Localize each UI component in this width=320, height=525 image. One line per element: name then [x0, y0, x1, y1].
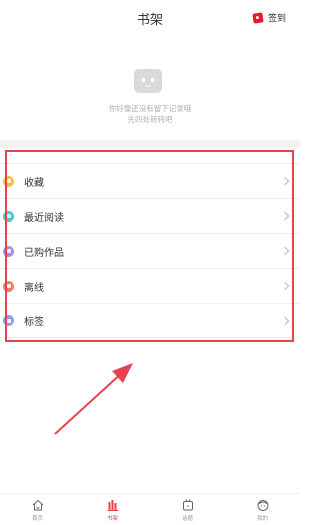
nav-item-topic[interactable]: 话题 [150, 494, 225, 525]
signin-label: 签到 [267, 14, 286, 24]
menu-item-label: 离线 [24, 282, 44, 294]
top-header: 书架 签到 [0, 0, 300, 36]
menu-item-tags[interactable]: 标签 [0, 303, 300, 338]
home-icon [32, 499, 43, 511]
nav-label: 首页 [31, 516, 43, 522]
signin-button[interactable]: 签到 [252, 11, 286, 24]
chevron-right-icon [280, 281, 290, 291]
bottom-nav: 首页 书架 话题 我的 [0, 493, 300, 525]
nav-item-home[interactable]: 首页 [0, 494, 75, 525]
profile-icon [257, 500, 268, 511]
menu-item-label: 标签 [24, 317, 44, 328]
menu-item-favorites[interactable]: 收藏 [0, 163, 300, 198]
empty-face-icon [134, 69, 162, 93]
chevron-right-icon [280, 316, 290, 325]
download-icon [3, 280, 14, 292]
menu-item-recent[interactable]: 最近阅读 [0, 198, 300, 233]
bag-icon [3, 245, 14, 257]
nav-label: 我的 [256, 516, 268, 522]
bookshelf-icon [107, 500, 118, 511]
nav-label: 书架 [106, 516, 118, 522]
menu-item-label: 最近阅读 [24, 212, 64, 224]
tag-icon [3, 315, 14, 326]
empty-message-line1: 你好像还没有留下记录哦 [108, 104, 192, 113]
nav-label: 话题 [181, 516, 193, 522]
nav-item-bookshelf[interactable]: 书架 [75, 494, 150, 525]
topic-icon [182, 499, 193, 511]
star-icon [3, 175, 14, 187]
chevron-right-icon [280, 246, 290, 256]
chevron-right-icon [280, 176, 290, 186]
menu-item-label: 已购作品 [24, 247, 64, 259]
menu-item-purchased[interactable]: 已购作品 [0, 233, 300, 268]
chevron-right-icon [280, 211, 290, 221]
nav-item-profile[interactable]: 我的 [225, 494, 300, 525]
empty-message-line2: 先四处转转吧 [127, 115, 173, 124]
section-divider [0, 140, 300, 148]
menu-item-label: 收藏 [24, 177, 44, 189]
clock-icon [3, 210, 14, 222]
calendar-icon [252, 11, 264, 24]
shelf-menu-list: 收藏 最近阅读 已购作品 离线 标签 [0, 163, 300, 338]
menu-item-offline[interactable]: 离线 [0, 268, 300, 303]
